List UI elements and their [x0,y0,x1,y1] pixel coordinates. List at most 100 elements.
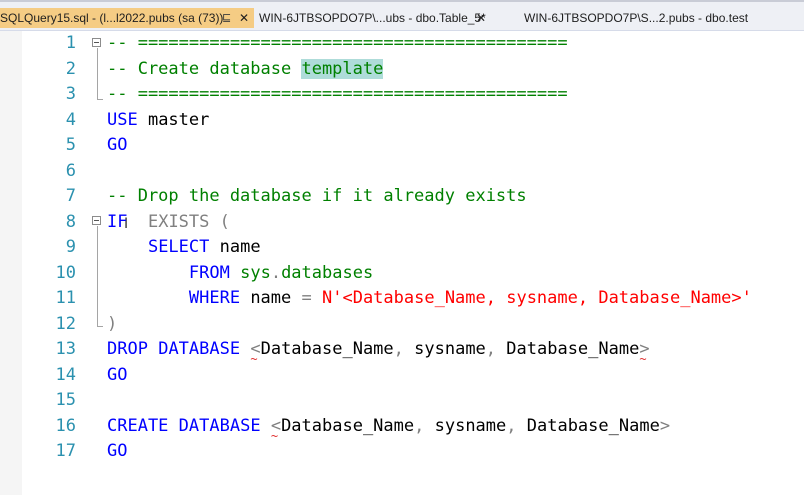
code-line[interactable]: 14 GO [0,363,804,388]
code-token: name [209,237,261,257]
code-token: template [301,58,384,79]
code-token: > [659,415,671,436]
code-token: < ~ [270,415,282,443]
line-number: 7 [65,186,76,206]
code-text: CREATE DATABASE < ~ Database_Name, sysname… [107,414,671,443]
code-line[interactable]: 3 -- ====================================… [0,82,804,107]
code-token: databases [281,262,374,283]
code-token: -- =====================================… [107,33,568,53]
line-number: 3 [65,84,76,104]
code-token: GO [107,441,128,461]
line-number: 17 [55,441,76,461]
code-token: < ~ [250,339,261,366]
code-token: DROP [107,339,148,359]
code-line[interactable]: 13 DROP DATABASE < ~ Database_Name, sysname… [0,337,804,366]
line-number: 15 [55,390,76,410]
code-token: DATABASE [178,415,261,436]
code-line[interactable]: 4 USE master [0,108,804,133]
code-token: Database_Name [281,415,415,436]
code-token: IF [107,211,128,232]
code-text: GO [107,133,127,158]
code-line[interactable]: 5 GO [0,133,804,158]
code-text: IF EXISTS ( [107,210,230,235]
code-token: -- =====================================… [107,84,568,104]
code-token: EXISTS [147,211,210,232]
code-line[interactable]: 15 [0,388,804,413]
close-icon[interactable]: ✕ [476,8,486,28]
line-number: 14 [55,364,76,385]
code-token: , [414,415,435,436]
document-tab-strip: SQLQuery15.sql - (l...l2022.pubs (sa (73… [0,0,804,31]
code-line[interactable]: 16 CREATE DATABASE < ~ Database_Name, sysna… [0,414,804,443]
code-text: GO [107,363,127,388]
code-line[interactable]: 10 FROM sys.databases [0,261,804,286]
code-token: ) [107,313,118,334]
code-token: ( [209,211,230,232]
code-text: -- Drop the database if it already exist… [107,184,527,209]
line-number: 11 [55,288,76,308]
code-token: sysname [414,339,486,359]
line-number: 8 [65,211,76,232]
code-text: ) [107,312,117,337]
tab-label: WIN-6JTBSOPDO7P\...ubs - dbo.Table_5* [259,11,486,25]
line-number: 2 [65,58,76,79]
code-token: sysname [434,415,507,436]
line-number: 1 [65,33,76,53]
code-line[interactable]: 6 [0,159,804,184]
line-number: 9 [65,237,76,257]
code-token: , [393,339,415,359]
code-token: WHERE [188,288,241,308]
code-line[interactable]: 17 GO [0,439,804,464]
code-token: FROM [188,262,230,283]
code-token: , [485,339,507,359]
line-number: 6 [65,160,76,181]
code-line[interactable]: 2 -- Create database template [0,57,804,82]
code-text: USE master [107,108,209,133]
line-number: 10 [55,262,76,283]
code-token: USE [107,109,138,130]
code-token: N'<Database_Name, sysname, Database_Name… [322,288,752,308]
code-text: -- =====================================… [107,82,568,107]
line-number: 16 [55,415,76,436]
code-token: -- Drop the database if it already exist… [107,186,527,206]
code-line[interactable]: 8 IF EXISTS ( [0,210,804,235]
code-line[interactable]: 7 -- Drop the database if it already exis… [0,184,804,209]
code-token: GO [107,364,128,385]
code-line[interactable]: 12) [0,312,804,337]
line-number: 13 [55,339,76,359]
code-line[interactable]: 11 WHERE name = N'<Database_Name, sysnam… [0,286,804,311]
close-icon[interactable]: ✕ [239,8,249,28]
code-token: SELECT [147,237,210,257]
code-token: Database_Name [526,415,660,436]
code-text: -- =====================================… [107,31,568,56]
code-token: name [240,288,302,308]
code-text: SELECT name [107,235,261,260]
code-line[interactable]: 1 -- ====================================… [0,31,804,56]
tab-sqlquery15[interactable]: SQLQuery15.sql - (l...l2022.pubs (sa (73… [0,8,254,28]
code-token: -- Create database [107,58,302,79]
code-token: sys [240,262,271,283]
code-text: GO [107,439,127,464]
code-token: Database_Name [506,339,640,359]
code-text: WHERE name = N'<Database_Name, sysname, … [107,286,752,311]
code-line[interactable]: 9 SELECT name [0,235,804,260]
code-token: , [506,415,527,436]
code-editor[interactable]: I 1 -- ==================================… [0,31,804,495]
pin-icon[interactable]: ⊑ [222,8,231,28]
code-token: > ~ [639,339,650,366]
code-token: DATABASE [158,339,241,359]
code-text: DROP DATABASE < ~ Database_Name, sysname, … [107,337,650,366]
code-token: master [137,109,210,130]
code-text: FROM sys.databases [107,261,373,286]
code-token: . [270,262,282,283]
